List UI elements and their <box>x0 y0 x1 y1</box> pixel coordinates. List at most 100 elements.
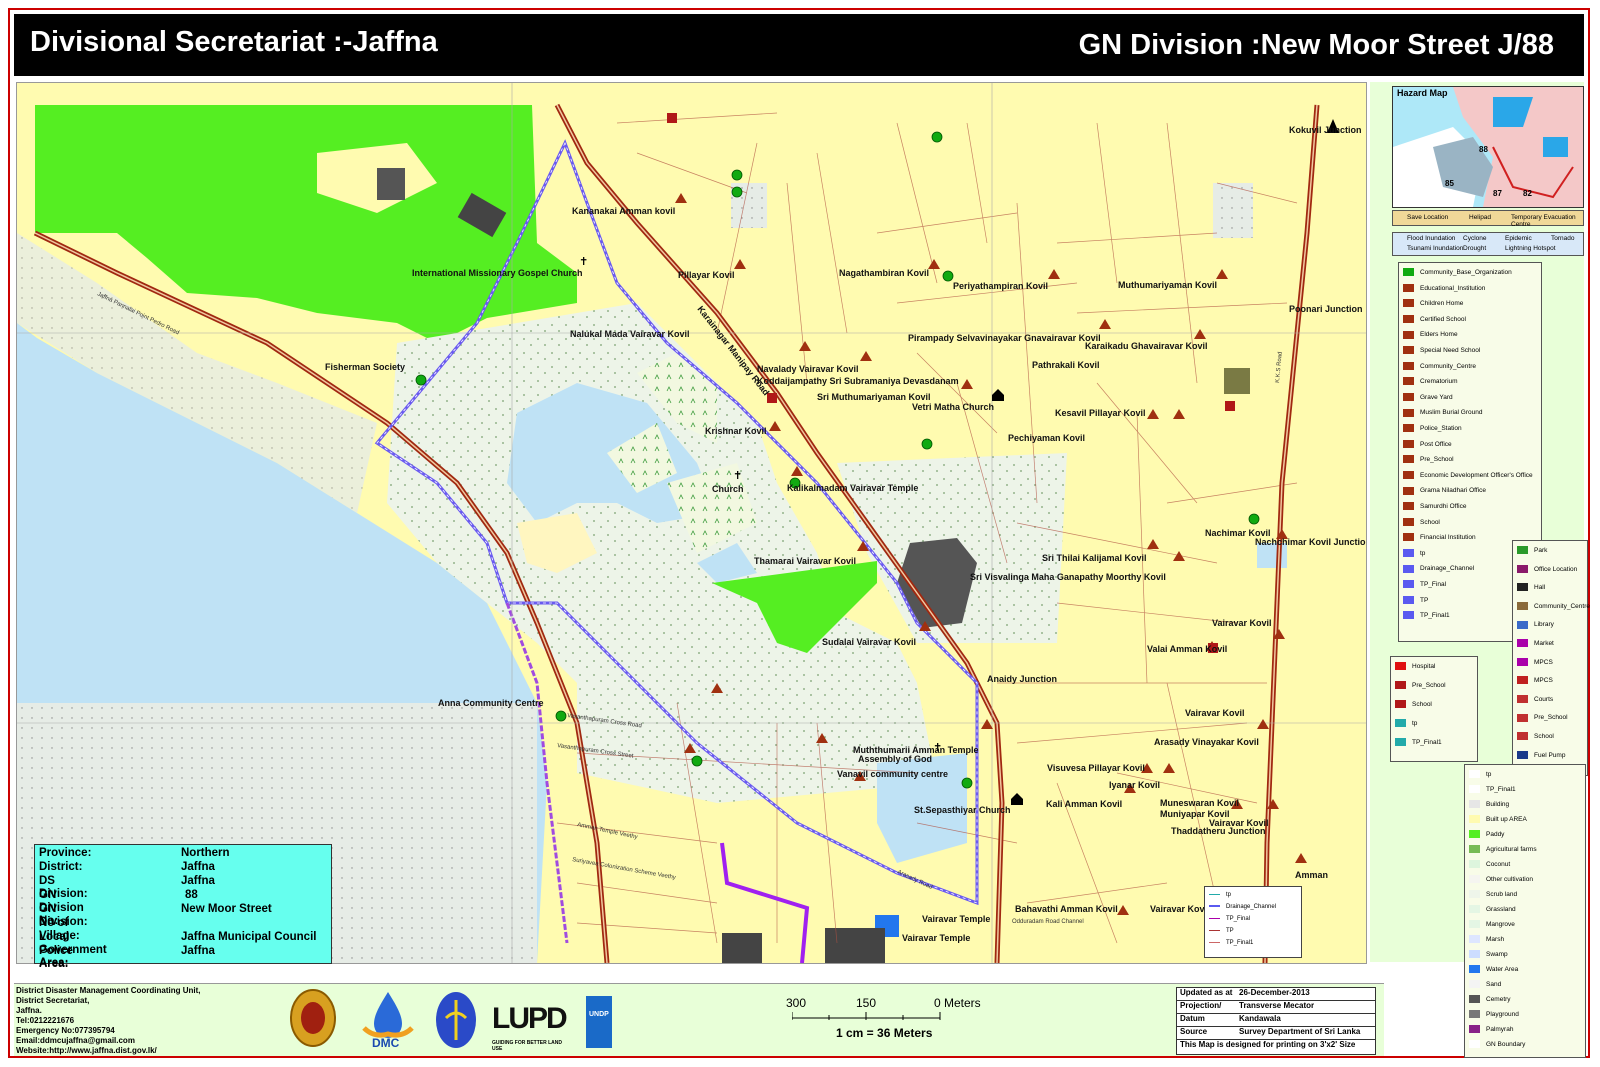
place-label: Sudalai Vairavar Kovil <box>822 637 916 647</box>
hazard-legend-label: Save Location <box>1407 214 1449 221</box>
metadata-row: Updated as at 26-December-2013 <box>1177 988 1375 1001</box>
legend-item: Other cultivation <box>1469 874 1533 886</box>
legend-swatch-icon <box>1395 738 1406 747</box>
hazard-number: 87 <box>1493 189 1502 198</box>
hazard-number: 85 <box>1445 179 1454 188</box>
lupd-label: LUPD <box>492 1002 568 1035</box>
place-label: Pillayar Kovil <box>678 270 735 280</box>
legend-label: Swamp <box>1486 951 1508 958</box>
legend-item: Building <box>1469 799 1509 811</box>
address-line: District Secretariat, <box>16 996 90 1005</box>
place-label: Pirampady Selvavinayakar Gnavairavar Kov… <box>908 333 1101 343</box>
legend-swatch-icon <box>1469 890 1480 899</box>
legend-item: School <box>1517 731 1554 743</box>
place-label: Valai Amman Kovil <box>1147 644 1227 654</box>
legend-label: Library <box>1534 621 1554 629</box>
legend-item: Community_Centre <box>1403 361 1476 373</box>
hazard-legend-label: Epidemic <box>1505 235 1532 242</box>
legend-label: Scrub land <box>1486 891 1518 898</box>
place-label: Kesavil Pillayar Kovil <box>1055 408 1146 418</box>
legend-swatch-icon <box>1469 815 1480 824</box>
hazard-svg <box>1393 87 1583 207</box>
place-label: Vairavar Temple <box>922 914 990 924</box>
legend-item: Library <box>1517 619 1554 631</box>
place-label: Muneswaran Kovil <box>1160 798 1239 808</box>
legend-swatch-icon <box>1517 564 1528 573</box>
legend-swatch-icon <box>1517 546 1528 555</box>
place-label: Muthumariyaman Kovil <box>1118 280 1217 290</box>
legend-item: TP <box>1209 925 1234 937</box>
address-line: Email:ddmcujaffna@gmail.com <box>16 1036 135 1045</box>
legend-label: Certified School <box>1420 315 1466 323</box>
ds-title: Divisional Secretariat :-Jaffna <box>30 26 438 58</box>
legend-item: MPCS <box>1517 657 1553 669</box>
title-bar: Divisional Secretariat :-Jaffna GN Divis… <box>14 14 1584 76</box>
legend-label: Hall <box>1534 584 1546 592</box>
metadata-key: Source <box>1180 1027 1208 1036</box>
legend-label: TP <box>1226 928 1234 934</box>
legend-item: Fuel Pump <box>1517 750 1565 762</box>
line-icon <box>1209 917 1220 919</box>
legend-item: Samurdhi Office <box>1403 501 1466 513</box>
place-label: Kali Amman Kovil <box>1046 799 1122 809</box>
legend-side: Park Office Location Hall Community_Centre L… <box>1512 540 1590 776</box>
legend-item: Special Need School <box>1403 345 1480 357</box>
legend-swatch-icon <box>1403 595 1414 604</box>
legend-item: Muslim Burial Ground <box>1403 407 1483 419</box>
place-label: Poonari Junction <box>1289 304 1363 314</box>
legend-label: Post Office <box>1420 440 1452 448</box>
legend-label: School <box>1412 701 1432 708</box>
legend-label: Hospital <box>1412 663 1436 670</box>
legend-label: Grama Niladhari Office <box>1420 487 1486 495</box>
legend-label: Playground <box>1486 1011 1519 1018</box>
legend-label: Sand <box>1486 981 1502 988</box>
place-label: Thaddatheru Junction <box>1171 826 1266 836</box>
district-secretariat-logo <box>434 988 478 1050</box>
map-canvas[interactable]: ✝ ✝ ✝ Kananakai Amman kovil International … <box>16 82 1367 964</box>
metadata-row: Datum Kandawala <box>1177 1014 1375 1027</box>
legend-swatch-icon <box>1469 920 1480 929</box>
info-value: Jaffna <box>181 875 215 887</box>
legend-swatch-icon <box>1403 268 1414 277</box>
legend-item: TP_Final <box>1403 579 1446 591</box>
legend-label: MPCS <box>1534 658 1553 666</box>
place-label: Sri Thilai Kalijamal Kovil <box>1042 553 1147 563</box>
legend-item: Playground <box>1469 1009 1519 1021</box>
legend-item: TP_Final1 <box>1403 610 1450 622</box>
legend-label: Educational_Institution <box>1420 284 1486 292</box>
legend-item: Grassland <box>1469 904 1516 916</box>
legend-item: tp <box>1395 718 1417 730</box>
place-label: Krishnar Kovil <box>705 426 767 436</box>
legend-swatch-icon <box>1469 875 1480 884</box>
place-label: Pechiyaman Kovil <box>1008 433 1085 443</box>
lupd-tagline: GUIDING FOR BETTER LAND USE <box>492 1040 562 1052</box>
metadata-value: Transverse Mecator <box>1239 1001 1315 1010</box>
legend-item: TP_Final1 <box>1209 937 1253 949</box>
line-icon <box>1209 893 1220 895</box>
hazard-legend-label: Tsunami Inundation <box>1407 245 1464 252</box>
legend-label: Drainage_Channel <box>1420 565 1475 573</box>
road-label: Odduradam Road Channel <box>1012 919 1084 925</box>
place-label: Karaikadu Ghavairavar Kovil <box>1085 341 1208 351</box>
legend-item: Marsh <box>1469 934 1504 946</box>
legend-swatch-icon <box>1517 639 1528 648</box>
hazard-legend-1: Save Location Helipad Temporary Evacuati… <box>1392 210 1584 228</box>
hazard-legend-label: Flood Inundation <box>1407 235 1456 242</box>
undp-label: UNDP <box>589 1011 609 1018</box>
legend-swatch-icon <box>1469 785 1480 794</box>
legend-label: Community_Base_Organization <box>1420 269 1512 276</box>
legend-label: Grassland <box>1486 906 1516 913</box>
legend-swatch-icon <box>1403 564 1414 573</box>
legend-item: MPCS <box>1517 675 1553 687</box>
address-line: Website:http://www.jaffna.dist.gov.lk/ <box>16 1046 157 1055</box>
legend-label: Cemetry <box>1486 996 1511 1003</box>
legend-swatch-icon <box>1469 950 1480 959</box>
legend-swatch-icon <box>1469 995 1480 1004</box>
place-label: Church <box>712 484 744 494</box>
legend-item: Children Home <box>1403 298 1463 310</box>
hazard-map-inset[interactable]: Hazard Map 88 85 87 82 <box>1392 86 1584 208</box>
scale-label: 300 <box>786 996 807 1010</box>
info-value: Jaffna <box>181 945 215 957</box>
legend-item: Mangrove <box>1469 919 1515 931</box>
legend-label: Muslim Burial Ground <box>1420 409 1483 417</box>
